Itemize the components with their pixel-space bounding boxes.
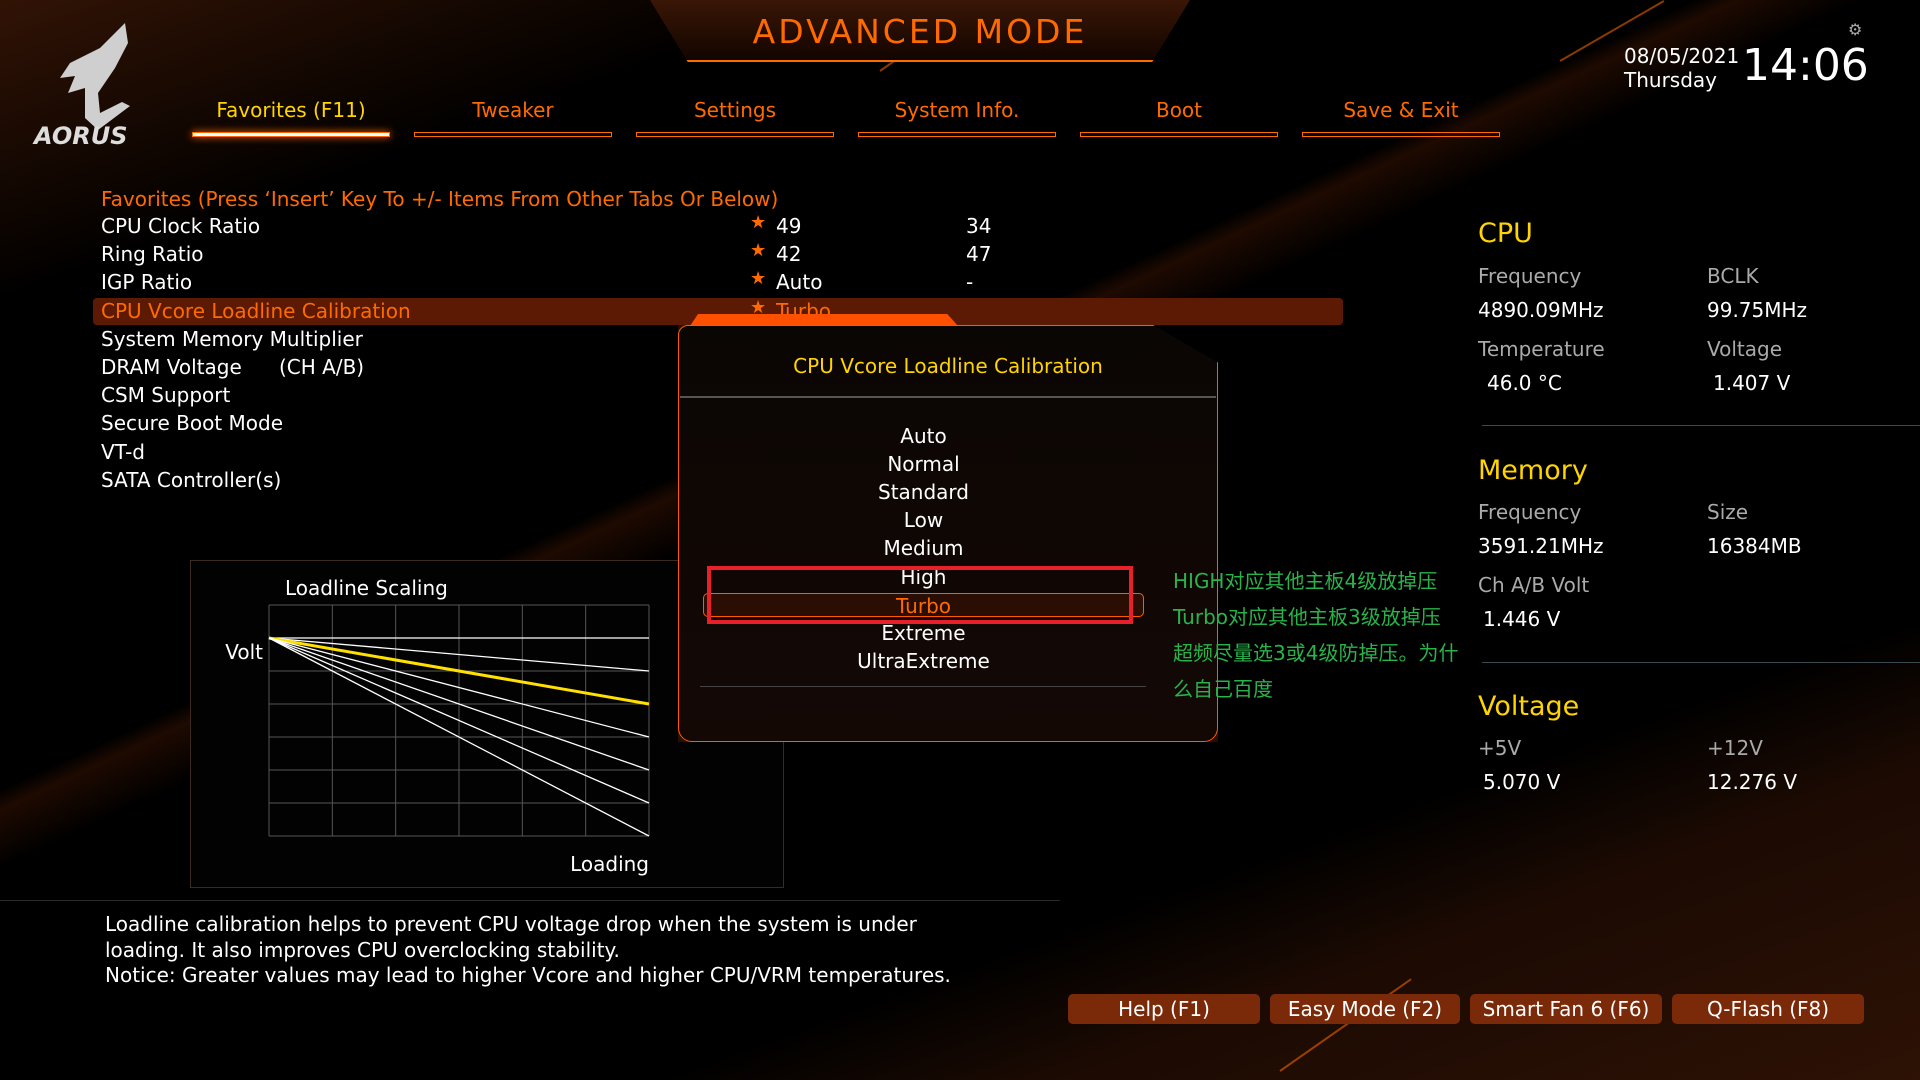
tab-settings[interactable]: Settings [636,98,834,137]
help-description: Loadline calibration helps to prevent CP… [105,912,951,989]
setting-label: Secure Boot Mode [101,411,284,436]
setting-sublabel: (CH A/B) [279,355,365,379]
memory-size-label: Size [1707,500,1749,524]
v5-value: 5.070 V [1483,770,1561,794]
tab-label: Save & Exit [1343,98,1459,122]
tab-favorites[interactable]: Favorites (F11) [192,98,390,137]
setting-label: SATA Controller(s) [101,467,282,492]
date: 08/05/2021 [1624,44,1740,68]
favorite-row[interactable]: Ring Ratio ★ 42 47 [93,240,1343,268]
note-line: HIGH对应其他主板4级放掉压 [1173,569,1438,593]
v5-label: +5V [1478,736,1522,760]
description-line: Notice: Greater values may lead to highe… [105,963,951,987]
cpu-frequency-label: Frequency [1478,264,1582,288]
popup-option[interactable]: Medium [703,536,1144,560]
date-display: 08/05/2021 Thursday [1624,44,1739,92]
tab-save-exit[interactable]: Save & Exit [1302,98,1500,137]
option-popup [678,325,1218,742]
cpu-bclk: 99.75MHz [1707,298,1808,322]
description-line: Loadline calibration helps to prevent CP… [105,912,917,936]
y-axis-label: Volt [225,640,263,664]
popup-title: CPU Vcore Loadline Calibration [793,354,1103,378]
setting-default-value: 34 [966,214,992,238]
setting-label: IGP Ratio [101,270,193,295]
aorus-logo: AORUS [32,23,130,148]
tab-tweaker[interactable]: Tweaker [414,98,612,137]
favorites-heading: Favorites (Press ‘Insert’ Key To +/- Ite… [101,187,779,211]
q-flash-button[interactable]: Q-Flash (F8) [1672,994,1864,1024]
setting-label: CPU Vcore Loadline Calibration [101,298,411,323]
memory-volt-label: Ch A/B Volt [1478,573,1590,597]
v12-value: 12.276 V [1707,770,1798,794]
page-title: ADVANCED MODE [752,12,1088,51]
memory-heading: Memory [1478,455,1588,486]
setting-label: CSM Support [101,383,231,408]
favorite-star-icon[interactable]: ★ [750,237,766,264]
description-line: loading. It also improves CPU overclocki… [105,937,620,962]
smart-fan-button[interactable]: Smart Fan 6 (F6) [1470,994,1662,1024]
note-line: 超频尽量选3或4级防掉压。为什 [1173,641,1459,665]
annotation-note: HIGH对应其他主板4级放掉压 Turbo对应其他主板3级放掉压 超频尽量选3或… [1173,563,1473,707]
popup-tab-accent [690,314,958,326]
favorite-star-icon[interactable]: ★ [750,209,766,236]
cpu-heading: CPU [1478,218,1533,249]
popup-option[interactable]: UltraExtreme [703,649,1144,673]
memory-size: 16384MB [1707,534,1802,558]
favorite-row[interactable]: CPU Clock Ratio ★ 49 34 [93,212,1343,240]
popup-option[interactable]: Extreme [703,621,1144,645]
voltage-heading: Voltage [1478,691,1580,722]
setting-label: System Memory Multiplier [101,326,363,351]
setting-value[interactable]: Auto [776,269,822,296]
setting-label: DRAM Voltage [101,355,242,379]
panel-divider [1482,662,1920,663]
tab-label: System Info. [894,98,1020,122]
x-axis-label: Loading [570,852,649,876]
clock: 14:06 [1742,40,1869,91]
svg-text:AORUS: AORUS [32,122,128,148]
tab-label: Tweaker [472,98,554,122]
chart-title: Loadline Scaling [285,576,448,600]
memory-volt: 1.446 V [1483,607,1561,631]
cpu-voltage: 1.407 V [1713,371,1791,395]
setting-label: VT-d [101,439,145,464]
popup-divider [700,686,1146,687]
note-line: Turbo对应其他主板3级放掉压 [1173,605,1441,629]
v12-label: +12V [1707,736,1763,760]
cpu-temp-label: Temperature [1478,337,1605,361]
popup-option[interactable]: Auto [703,424,1144,448]
help-button[interactable]: Help (F1) [1068,994,1260,1024]
favorite-star-icon[interactable]: ★ [750,265,766,292]
tab-system-info[interactable]: System Info. [858,98,1056,137]
setting-default-value: - [966,270,974,295]
popup-option[interactable]: Standard [703,480,1144,504]
gear-icon[interactable]: ⚙ [1848,20,1862,39]
panel-divider [1482,425,1920,426]
setting-label: CPU Clock Ratio [101,214,261,238]
weekday: Thursday [1624,68,1717,92]
setting-value[interactable]: 42 [776,241,801,268]
cpu-temp: 46.0 °C [1487,371,1562,395]
memory-frequency-label: Frequency [1478,500,1582,524]
cpu-voltage-label: Voltage [1707,337,1783,361]
setting-default-value: 47 [966,242,992,267]
popup-divider [680,396,1216,398]
annotation-highlight-box [707,566,1133,624]
popup-option[interactable]: Normal [703,452,1144,476]
tab-label: Boot [1155,98,1203,122]
setting-value[interactable]: 49 [776,213,801,240]
memory-frequency: 3591.21MHz [1478,534,1604,558]
setting-label: Ring Ratio [101,242,204,267]
popup-option[interactable]: Low [703,508,1144,532]
cpu-bclk-label: BCLK [1707,264,1759,288]
note-line: 么自己百度 [1173,677,1273,701]
cpu-frequency: 4890.09MHz [1478,298,1604,322]
easy-mode-button[interactable]: Easy Mode (F2) [1270,994,1460,1024]
tab-label: Settings [693,98,777,122]
tab-label: Favorites (F11) [216,98,366,122]
favorite-row[interactable]: IGP Ratio ★ Auto - [93,268,1343,296]
description-divider [0,900,1060,901]
tab-boot[interactable]: Boot [1080,98,1278,137]
